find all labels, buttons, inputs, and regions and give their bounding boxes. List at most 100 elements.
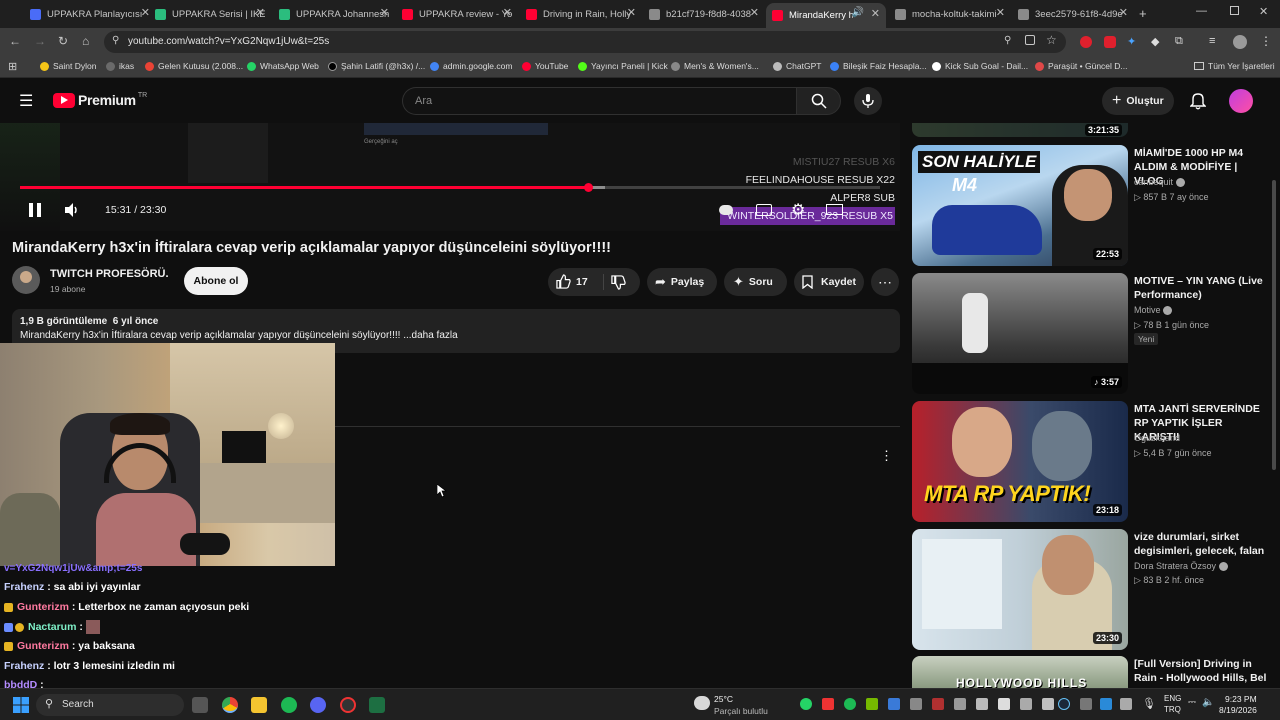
steam-tray-icon[interactable] [1058,698,1070,710]
related-video-thumbnail[interactable]: 23:30 [912,529,1128,650]
chrome-icon[interactable] [222,697,238,713]
network-icon[interactable]: ⎓ [1188,697,1196,708]
related-video-title[interactable]: MOTIVE – YIN YANG (Live Performance) [1134,274,1268,302]
related-video-thumbnail[interactable]: HOLLYWOOD HILLS [912,656,1128,688]
bookmark[interactable]: ikas [106,61,134,71]
related-channel[interactable]: Oguzkhand [1134,433,1180,443]
nvidia-tray-icon[interactable] [866,698,878,710]
close-icon[interactable]: ✕ [503,6,512,19]
share-button[interactable]: ➦ Paylaş [647,268,717,296]
tray-icon[interactable] [910,698,922,710]
like-button[interactable]: 17 [548,268,603,296]
tray-icon[interactable] [976,698,988,710]
tab-5[interactable]: Driving in Rain, Holly ✕ [526,3,636,25]
youtube-premium-logo[interactable]: Premium TR [53,92,147,108]
subscribe-button[interactable]: Abone ol [184,267,248,295]
ask-button[interactable]: ✦ Soru [724,268,787,296]
related-video-thumbnail[interactable]: MTA RP YAPTIK! 23:18 [912,401,1128,522]
close-icon[interactable]: ✕ [380,6,389,19]
notifications-bell-icon[interactable] [1190,92,1206,110]
related-channel[interactable]: Motive [1134,305,1173,316]
excel-icon[interactable] [369,697,385,713]
zoom-icon[interactable]: ⚲ [1004,35,1011,46]
close-icon[interactable]: ✕ [627,6,636,19]
microphone-tray-icon[interactable]: 🎙 [1142,697,1156,710]
new-tab-icon[interactable]: + [1139,6,1147,21]
sidebar-scrollbar[interactable] [1272,180,1276,470]
tray-icon[interactable] [954,698,966,710]
progress-track[interactable] [20,183,880,192]
tab-1[interactable]: UPPAKRA Planlayıcısı ✕ [30,3,150,25]
bookmark[interactable]: Gelen Kutusu (2.008... [145,61,243,71]
profile-avatar[interactable] [1233,35,1247,49]
discord-icon[interactable] [310,697,326,713]
extension-red-icon[interactable] [1080,36,1092,48]
tray-icon[interactable] [932,698,944,710]
clock-date[interactable]: 8/19/2026 [1219,705,1257,715]
tab-6[interactable]: b21cf719-f8d8-4038 ✕ [649,3,759,25]
thumbs-down-icon[interactable] [611,275,626,290]
save-button[interactable]: Kaydet [794,268,864,296]
close-icon[interactable]: ✕ [256,6,265,19]
video-player[interactable]: Gerçeğini aç MISTIU27 RESUB X6 FEELINDAH… [0,123,900,231]
weather-desc[interactable]: Parçalı bulutlu [714,706,768,716]
close-icon[interactable]: ✕ [750,6,759,19]
weather-icon[interactable] [694,696,710,710]
bookmark[interactable]: Paraşüt • Güncel D... [1035,61,1128,71]
bookmark[interactable]: Bileşik Faiz Hesapla... [830,61,927,71]
voice-search-button[interactable] [854,87,882,115]
reading-list-icon[interactable]: ≡ [1209,35,1215,47]
spotify-icon[interactable] [281,697,297,713]
close-icon[interactable]: ✕ [141,6,150,19]
related-video-thumbnail[interactable]: SON HALİYLE M4 22:53 [912,145,1128,266]
tab-active[interactable]: MirandaKerry h3x🔊✕ [766,3,886,28]
account-avatar[interactable] [1229,89,1253,113]
url-text[interactable]: youtube.com/watch?v=YxG2Nqw1jUw&t=25s [128,36,329,47]
bookmark[interactable]: Şahin Latifi (@h3x) /... [328,61,425,71]
channel-name[interactable]: TWITCH PROFESÖRÜ. [50,268,169,280]
related-video-title[interactable]: vize durumlari, sirket degisimleri, gele… [1134,530,1268,558]
apps-grid-icon[interactable]: ⊞ [8,60,17,73]
tray-icon[interactable] [1100,698,1112,710]
windows-start-icon[interactable] [13,697,29,713]
search-button[interactable] [796,87,841,115]
tab-8[interactable]: mocha-koltuk-takimi ✕ [895,3,1005,25]
file-explorer-icon[interactable] [251,697,267,713]
all-bookmarks[interactable]: Tüm Yer İşaretleri [1194,61,1275,71]
clock-time[interactable]: 9:23 PM [1225,694,1257,704]
hamburger-menu-icon[interactable]: ☰ [19,91,33,111]
maximize-icon[interactable] [1230,6,1239,15]
close-icon[interactable]: ✕ [1119,6,1128,19]
app-icon[interactable] [340,697,356,713]
extension-diamond-icon[interactable]: ◆ [1151,35,1159,48]
taskbar-search[interactable]: ⚲ Search [36,694,184,716]
window-close-icon[interactable]: ✕ [1259,5,1268,18]
tab-2[interactable]: UPPAKRA Serisi | IKEA ✕ [155,3,265,25]
comment-menu-icon[interactable]: ⋮ [880,448,893,464]
bookmark[interactable]: YouTube [522,61,568,71]
bookmark[interactable]: Men's & Women's... [671,61,759,71]
related-video-title[interactable]: [Full Version] Driving in Rain - Hollywo… [1134,657,1268,687]
pause-icon[interactable] [29,203,41,217]
home-icon[interactable]: ⌂ [82,34,89,48]
create-button[interactable]: + Oluştur [1102,87,1174,115]
tab-4[interactable]: UPPAKRA review - Yo ✕ [402,3,512,25]
tray-icon[interactable] [888,698,900,710]
task-view-icon[interactable] [192,697,208,713]
volume-icon[interactable] [64,202,80,218]
extension-blue-icon[interactable]: ✦ [1127,35,1136,48]
autoplay-toggle[interactable] [719,205,733,215]
bookmark[interactable]: Yayıncı Paneli | Kick [578,61,668,71]
weather-temp[interactable]: 25°C [714,694,733,704]
tray-icon[interactable] [1042,698,1054,710]
minimize-icon[interactable]: — [1196,5,1207,17]
whatsapp-tray-icon[interactable] [800,698,812,710]
bookmark-star-icon[interactable]: ☆ [1046,33,1057,47]
tray-icon[interactable] [1020,698,1032,710]
close-icon[interactable]: ✕ [996,6,1005,19]
bookmark[interactable]: admin.google.com [430,61,512,71]
tray-icon[interactable] [1120,698,1132,710]
search-input[interactable]: Ara [402,87,796,115]
volume-tray-icon[interactable]: 🔈 [1202,697,1214,708]
back-icon[interactable]: ← [9,34,21,48]
